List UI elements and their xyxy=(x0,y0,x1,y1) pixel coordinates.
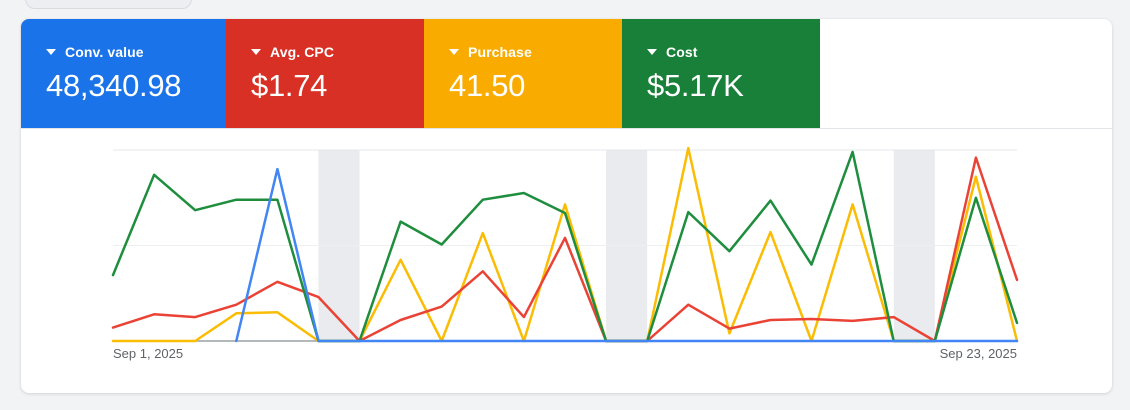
scorecard-label: Conv. value xyxy=(65,44,144,60)
scorecard-row: Conv. value 48,340.98 Avg. CPC $1.74 Pur… xyxy=(21,19,1112,129)
scorecard-conv-value[interactable]: Conv. value 48,340.98 xyxy=(21,19,226,128)
scorecard-value: 41.50 xyxy=(449,68,526,103)
scorecard-avg-cpc[interactable]: Avg. CPC $1.74 xyxy=(226,19,424,128)
x-axis-start-date: Sep 1, 2025 xyxy=(113,346,184,361)
scorecard-label: Cost xyxy=(666,44,698,60)
chevron-down-icon[interactable] xyxy=(449,49,459,55)
chevron-down-icon[interactable] xyxy=(251,49,261,55)
scorecard-cost[interactable]: Cost $5.17K xyxy=(622,19,820,128)
scorecard-value: $1.74 xyxy=(251,68,328,103)
chevron-down-icon[interactable] xyxy=(647,49,657,55)
scorecard-value: $5.17K xyxy=(647,68,744,103)
time-series-chart[interactable]: Sep 1, 2025 Sep 23, 2025 xyxy=(21,129,1112,392)
cut-off-tab[interactable] xyxy=(25,0,192,9)
chevron-down-icon[interactable] xyxy=(46,49,56,55)
metrics-chart-panel: Conv. value 48,340.98 Avg. CPC $1.74 Pur… xyxy=(21,19,1112,393)
scorecard-value: 48,340.98 xyxy=(46,68,182,103)
scorecard-label: Avg. CPC xyxy=(270,44,335,60)
chart-toolbar: Metrics Adjust xyxy=(820,19,1112,128)
scorecard-label: Purchase xyxy=(468,44,532,60)
x-axis-end-date: Sep 23, 2025 xyxy=(939,346,1017,361)
scorecard-purchase[interactable]: Purchase 41.50 xyxy=(424,19,622,128)
